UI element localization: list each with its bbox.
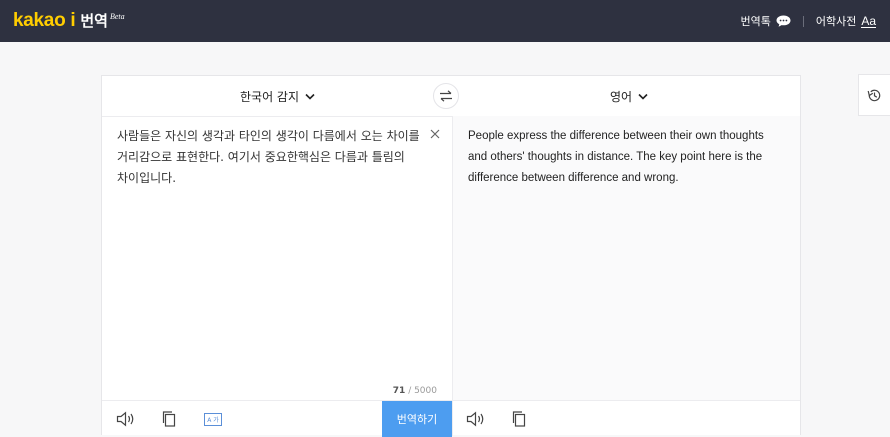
bottom-toolbar: A 가 번역하기 — [102, 400, 800, 437]
logo[interactable]: kakao i 번역 Beta — [13, 10, 125, 32]
source-copy-button[interactable] — [159, 410, 179, 428]
speaker-icon — [116, 411, 134, 427]
swap-icon — [440, 90, 452, 102]
source-text[interactable]: 사람들은 자신의 생각과 타인의 생각이 다름에서 오는 차이를 거리감으로 표… — [117, 126, 427, 189]
swap-languages-button[interactable] — [433, 83, 459, 109]
top-bar: kakao i 번역 Beta 번역톡 어학사전 Aa — [0, 0, 890, 42]
target-language-label: 영어 — [610, 89, 633, 104]
chevron-down-icon — [305, 93, 315, 100]
dictionary-link[interactable]: 어학사전 Aa — [816, 13, 876, 29]
history-icon — [867, 89, 881, 101]
character-max: / 5000 — [408, 386, 437, 396]
copy-icon — [162, 411, 176, 427]
header-divider — [802, 15, 804, 27]
source-language-label: 한국어 감지 — [240, 89, 300, 104]
translation-talk-link[interactable]: 번역톡 — [740, 13, 791, 29]
character-counter: 71 / 5000 — [393, 386, 437, 396]
target-text-area: People express the difference between th… — [453, 116, 800, 400]
chat-bubble-icon — [776, 15, 791, 27]
character-count: 71 — [392, 386, 406, 396]
target-language-select[interactable]: 영어 — [610, 76, 648, 116]
copy-icon — [512, 411, 526, 427]
source-listen-button[interactable] — [116, 410, 136, 428]
target-copy-button[interactable] — [509, 410, 529, 428]
logo-product: 번역 — [80, 12, 108, 30]
translation-talk-label: 번역톡 — [740, 15, 771, 28]
source-text-area[interactable]: 사람들은 자신의 생각과 타인의 생각이 다름에서 오는 차이를 거리감으로 표… — [102, 116, 452, 400]
translator-panel: 한국어 감지 영어 사람들은 자신의 생각과 타인의 생각이 다름에서 오는 차… — [101, 75, 801, 437]
dictionary-icon: Aa — [861, 13, 876, 28]
font-change-button[interactable]: A 가 — [202, 410, 224, 428]
target-listen-button[interactable] — [466, 410, 486, 428]
translate-button[interactable]: 번역하기 — [382, 401, 452, 437]
language-bar: 한국어 감지 영어 — [102, 76, 800, 117]
history-button[interactable] — [858, 74, 890, 116]
logo-brand: kakao i — [13, 10, 76, 31]
close-icon[interactable] — [429, 128, 441, 140]
beta-badge: Beta — [109, 12, 125, 21]
chevron-down-icon — [638, 93, 648, 100]
source-language-select[interactable]: 한국어 감지 — [240, 76, 315, 116]
speaker-icon — [466, 411, 484, 427]
dictionary-label: 어학사전 — [815, 15, 857, 28]
font-icon: A 가 — [204, 412, 222, 426]
top-links: 번역톡 어학사전 Aa — [740, 0, 876, 42]
translated-text: People express the difference between th… — [468, 130, 764, 184]
